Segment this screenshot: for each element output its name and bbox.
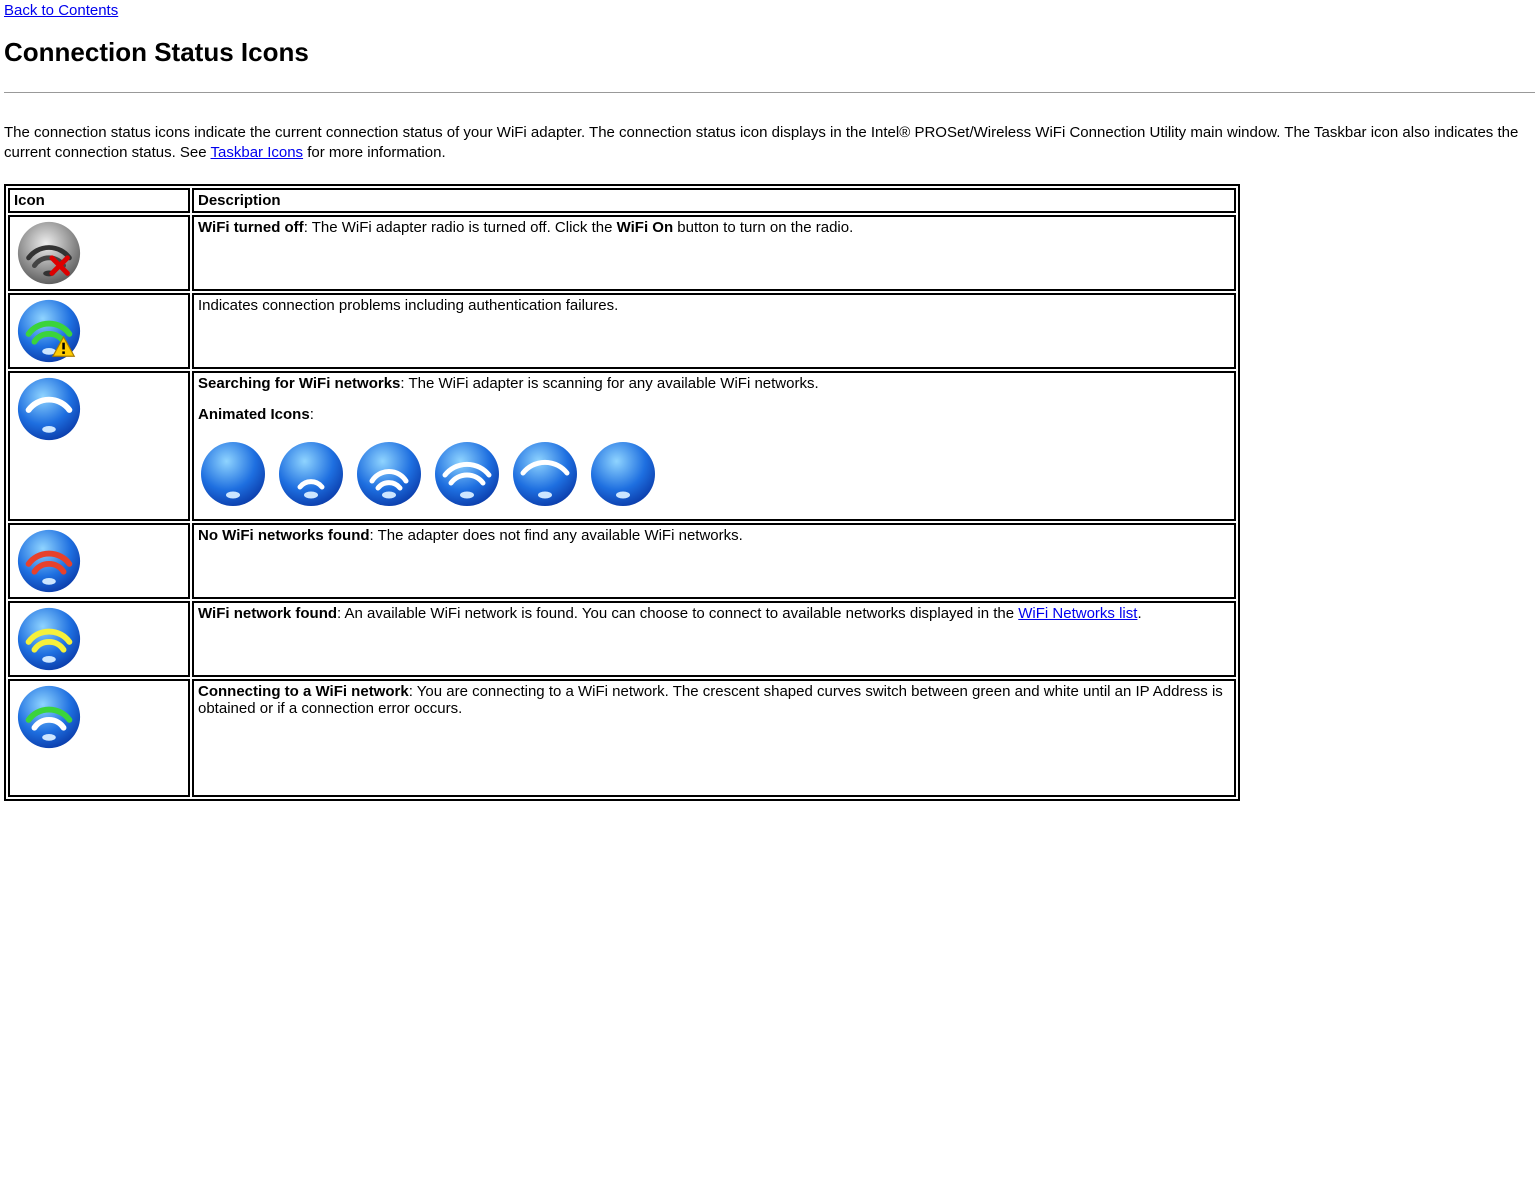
wifi-off-icon [14, 219, 84, 287]
icon-cell [8, 293, 190, 369]
table-row: Connecting to a WiFi network: You are co… [8, 679, 1236, 797]
table-row: Indicates connection problems including … [8, 293, 1236, 369]
taskbar-icons-link[interactable]: Taskbar Icons [211, 144, 304, 161]
row3-subhead-after: : [310, 406, 314, 423]
desc-cell: WiFi network found: An available WiFi ne… [192, 601, 1236, 677]
page-title: Connection Status Icons [4, 37, 1535, 68]
row3-bold: Searching for WiFi networks [198, 375, 400, 392]
icon-cell [8, 371, 190, 521]
desc-cell: Indicates connection problems including … [192, 293, 1236, 369]
desc-cell: No WiFi networks found: The adapter does… [192, 523, 1236, 599]
anim-frame-icon [276, 439, 346, 509]
anim-frame-icon [354, 439, 424, 509]
anim-frame-icon [432, 439, 502, 509]
desc-cell: WiFi turned off: The WiFi adapter radio … [192, 215, 1236, 291]
row1-after: : The WiFi adapter radio is turned off. … [304, 219, 617, 236]
row3-subhead: Animated Icons [198, 406, 310, 423]
anim-frame-icon [198, 439, 268, 509]
wifi-connecting-icon [14, 683, 84, 751]
row3-after: : The WiFi adapter is scanning for any a… [400, 375, 818, 392]
wifi-none-found-icon [14, 527, 84, 595]
table-row: No WiFi networks found: The adapter does… [8, 523, 1236, 599]
intro-text-after: for more information. [307, 144, 445, 161]
wifi-problem-icon [14, 297, 84, 365]
animated-icons-row [198, 439, 1230, 509]
icon-cell [8, 215, 190, 291]
row2-text: Indicates connection problems including … [198, 297, 618, 314]
anim-frame-icon [510, 439, 580, 509]
header-description: Description [192, 188, 1236, 213]
icon-cell [8, 601, 190, 677]
table-row: WiFi network found: An available WiFi ne… [8, 601, 1236, 677]
back-to-contents-link[interactable]: Back to Contents [4, 2, 118, 19]
table-row: WiFi turned off: The WiFi adapter radio … [8, 215, 1236, 291]
desc-cell: Connecting to a WiFi network: You are co… [192, 679, 1236, 797]
row5-after: : An available WiFi network is found. Yo… [337, 605, 1018, 622]
icons-table: Icon Description [4, 184, 1240, 801]
row1-bold: WiFi turned off [198, 219, 304, 236]
divider [4, 92, 1535, 93]
wifi-searching-icon [14, 375, 84, 443]
anim-frame-icon [588, 439, 658, 509]
row5-afterlink: . [1137, 605, 1141, 622]
header-icon: Icon [8, 188, 190, 213]
intro-paragraph: The connection status icons indicate the… [4, 123, 1535, 164]
row1-bold2: WiFi On [617, 219, 674, 236]
row1-after2: button to turn on the radio. [673, 219, 853, 236]
icon-cell [8, 679, 190, 797]
desc-cell: Searching for WiFi networks: The WiFi ad… [192, 371, 1236, 521]
row4-bold: No WiFi networks found [198, 527, 370, 544]
wifi-found-icon [14, 605, 84, 673]
row6-bold: Connecting to a WiFi network [198, 683, 409, 700]
row4-after: : The adapter does not find any availabl… [370, 527, 743, 544]
icon-cell [8, 523, 190, 599]
table-header-row: Icon Description [8, 188, 1236, 213]
wifi-networks-list-link[interactable]: WiFi Networks list [1018, 605, 1137, 622]
table-row: Searching for WiFi networks: The WiFi ad… [8, 371, 1236, 521]
row5-bold: WiFi network found [198, 605, 337, 622]
